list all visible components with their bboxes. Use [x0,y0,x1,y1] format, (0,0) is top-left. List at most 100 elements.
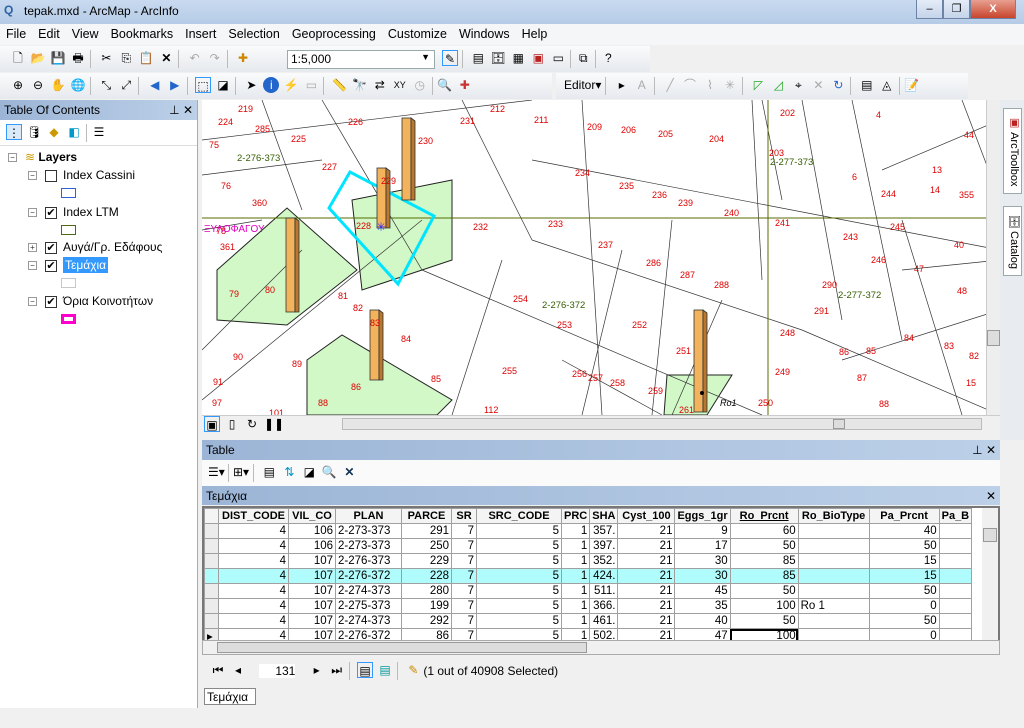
table-cell[interactable] [797,568,870,584]
table-cell[interactable]: 5 [476,583,562,599]
redo-icon[interactable]: ↷ [207,50,223,66]
last-record-icon[interactable]: ⏭ [329,662,345,678]
layer-symbol-swatch[interactable] [61,188,76,198]
options-icon[interactable]: ☰ [91,124,107,140]
layer-visibility-checkbox[interactable]: ✔ [45,295,57,308]
table-cell[interactable]: 4 [218,553,289,569]
table-row[interactable]: 4 107 2-275-373 199 7 5 1 366. 21 35 100 Ro 10 [204,598,973,614]
table-cell[interactable]: 7 [451,523,477,539]
table-cell[interactable]: 107 [288,598,336,614]
table-cell[interactable]: 50 [729,583,799,599]
new-icon[interactable]: 🗋 [10,50,26,66]
endpoint-arc-icon[interactable]: ⌒ [682,77,698,93]
column-header[interactable]: VIL_CO [288,508,336,524]
copy-icon[interactable]: ⎘ [118,50,134,66]
reshape-icon[interactable]: ◿ [770,77,786,93]
table-cell[interactable] [938,553,973,569]
menu-help[interactable]: Help [516,24,554,41]
attribute-grid[interactable]: DIST_CODE VIL_CO PLAN PARCE SR SRC_CODE PRC SHA… [202,506,1000,642]
table-cell[interactable]: 7 [451,553,477,569]
table-cell[interactable]: 7 [451,538,477,554]
table-cell[interactable]: 1 [560,568,591,584]
collapse-icon[interactable]: − [28,297,37,307]
table-cell[interactable]: 4 [218,613,289,629]
table-cell[interactable]: 21 [617,568,676,584]
map-canvas[interactable]: 219 224 285 225 226 230 231 212 211 209 206 205 204 2… [202,100,1000,415]
table-cell[interactable] [797,613,870,629]
table-cell[interactable]: 229 [401,553,452,569]
table-cell[interactable]: 50 [868,583,940,599]
open-icon[interactable]: 📂 [30,50,46,66]
table-row[interactable]: 4 106 2-273-373 250 7 5 1 397. 21 17 50 50 [204,538,973,554]
table-cell[interactable]: 107 [288,568,336,584]
pause-drawing-icon[interactable]: ❚❚ [264,416,284,432]
table-cell[interactable]: 50 [868,613,940,629]
clear-selection-icon[interactable]: ◪ [215,77,231,93]
viewer-icon[interactable]: ✚ [457,77,473,93]
cut-icon[interactable]: ✂ [98,50,114,66]
table-cell[interactable]: 1 [560,613,591,629]
scrollbar-thumb[interactable] [983,528,997,542]
table-cell[interactable]: 7 [451,598,477,614]
zoom-out-icon[interactable]: ⊖ [30,77,46,93]
table-cell[interactable]: 4 [218,568,289,584]
column-header[interactable]: Ro_BioType [797,508,870,524]
menu-geoprocessing[interactable]: Geoprocessing [286,24,382,41]
table-row[interactable]: 4 107 2-276-372 228 7 5 1 424. 21 30 85 15 [204,568,973,584]
table-cell[interactable]: 397. [589,538,619,554]
menu-insert[interactable]: Insert [179,24,222,41]
full-extent-icon[interactable]: 🌐 [70,77,86,93]
table-cell[interactable]: 250 [401,538,452,554]
table-cell[interactable]: 21 [617,523,676,539]
table-cell[interactable]: 21 [617,538,676,554]
find-route-icon[interactable]: ⇄ [372,77,388,93]
list-by-visibility-icon[interactable]: ◆ [46,124,62,140]
close-table-tab-icon[interactable]: ✕ [986,489,996,503]
table-cell[interactable]: 40 [868,523,940,539]
table-cell[interactable]: 50 [729,613,799,629]
table-cell[interactable]: 1 [560,523,591,539]
toc-layer[interactable]: + ✔ Αυγά/Γρ. Εδάφους [28,240,162,254]
table-row[interactable]: 4 107 2-274-373 280 7 5 1 511. 21 45 50 50 [204,583,973,599]
list-by-drawing-order-icon[interactable]: ⋮ [6,124,22,140]
table-cell[interactable]: 50 [868,538,940,554]
row-selector[interactable] [204,538,219,554]
select-by-attributes-icon[interactable]: ▤ [261,464,277,480]
layers-root[interactable]: − ≋ Layers [8,150,77,164]
select-all-cell[interactable] [204,508,219,524]
close-button[interactable]: X [970,0,1016,19]
table-cell[interactable]: 15 [868,553,940,569]
table-options-icon[interactable]: ☰▾ [208,464,225,480]
table-cell[interactable]: 2-274-373 [335,583,402,599]
row-selector[interactable] [204,553,219,569]
table-cell[interactable] [938,538,973,554]
toc-layer[interactable]: − ✔ Όρια Κοινοτήτων [28,294,153,308]
edit-tool-icon[interactable]: ▸ [614,77,630,93]
layer-visibility-checkbox[interactable] [45,169,57,182]
table-cell[interactable]: 30 [674,553,731,569]
toc-layer[interactable]: − Index Cassini [28,168,135,182]
point-icon[interactable]: ✳ [722,77,738,93]
attributes-icon[interactable]: ▤ [859,77,875,93]
create-features-icon[interactable]: 📝 [904,77,920,93]
table-cell[interactable]: 5 [476,538,562,554]
html-popup-icon[interactable]: ▭ [303,77,319,93]
find-icon[interactable]: 🔭 [352,77,368,93]
cut-polygon-icon[interactable]: ⌖ [790,77,806,93]
back-icon[interactable]: ◀ [147,77,163,93]
expand-icon[interactable]: + [28,243,37,253]
table-cell[interactable]: 352. [589,553,619,569]
layout-view-icon[interactable]: ▯ [224,416,240,432]
table-row[interactable]: 4 107 2-276-373 229 7 5 1 352. 21 30 85 15 [204,553,973,569]
identify-icon[interactable]: i [263,77,280,93]
column-header[interactable]: SHA [589,508,619,524]
add-data-icon[interactable]: ✚ [235,50,251,66]
layer-name[interactable]: Αυγά/Γρ. Εδάφους [63,240,162,254]
menu-selection[interactable]: Selection [222,24,285,41]
minimize-button[interactable]: – [916,0,943,19]
refresh-icon[interactable]: ↻ [244,416,260,432]
map-vertical-scrollbar[interactable] [986,100,1000,415]
layer-name[interactable]: Index Cassini [63,168,135,182]
table-cell[interactable]: 1 [560,553,591,569]
table-cell[interactable]: 2-274-373 [335,613,402,629]
